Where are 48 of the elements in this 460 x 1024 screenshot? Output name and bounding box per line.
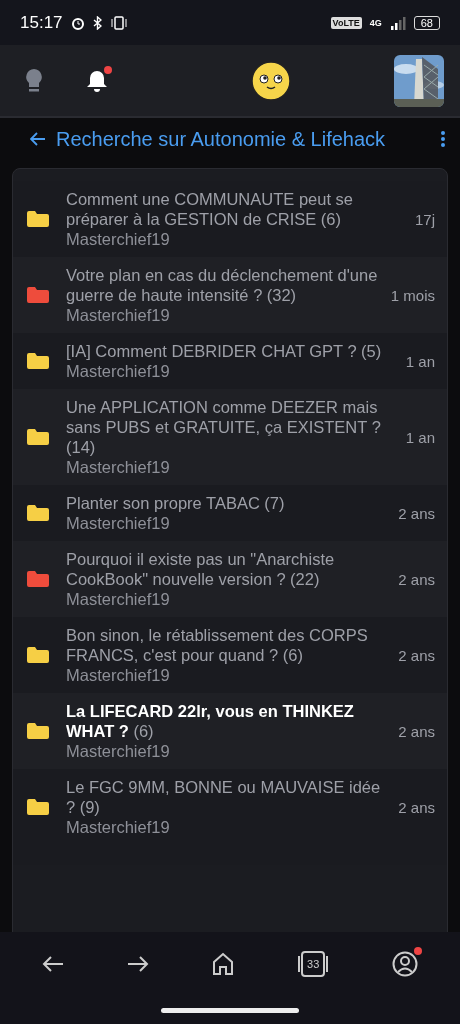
notification-bell-icon[interactable] xyxy=(86,67,110,94)
topic-row[interactable]: Votre plan en cas du déclenchement d'une guerre de haute intensité ? (32) Masterchief19 1 mois xyxy=(13,257,447,333)
topic-age: 2 ans xyxy=(398,798,435,816)
home-icon[interactable] xyxy=(211,952,234,976)
topic-author: Masterchief19 xyxy=(66,362,171,381)
status-time: 15:17 xyxy=(20,12,63,33)
topic-age: 2 ans xyxy=(398,646,435,664)
forum-title: Recherche sur Autonomie & Lifehack xyxy=(56,127,387,151)
network-type: 4G xyxy=(369,17,382,28)
topic-row[interactable]: Pourquoi il existe pas un "Anarchiste CookBook" nouvelle version ? (22) Masterchief19 2 ans xyxy=(13,541,447,617)
lightbulb-icon[interactable] xyxy=(24,67,44,94)
topic-title: Planter son propre TABAC (7) xyxy=(66,493,286,513)
topic-age: 17j xyxy=(414,210,435,228)
topic-age: 2 ans xyxy=(398,570,435,588)
topic-author: Masterchief19 xyxy=(66,590,171,609)
topic-author: Masterchief19 xyxy=(66,818,171,837)
topic-title: La LIFECARD 22lr, vous en THINKEZ WHAT ? (6) xyxy=(66,701,355,741)
topic-row[interactable]: Une APPLICATION comme DEEZER mais sans PUBS et GRATUITE, ça EXISTENT ? (14) Masterchief19 1 an xyxy=(13,389,447,485)
topic-age: 1 an xyxy=(405,428,435,446)
topic-author: Masterchief19 xyxy=(66,306,171,325)
bluetooth-icon xyxy=(92,15,102,30)
topic-age: 1 an xyxy=(405,352,435,370)
topic-title: Pourquoi il existe pas un "Anarchiste CookBook" nouvelle version ? (22) xyxy=(66,549,336,589)
forward-arrow-icon[interactable] xyxy=(126,955,149,973)
topic-author: Masterchief19 xyxy=(66,230,171,249)
smiley-logo-icon[interactable] xyxy=(251,60,291,101)
signal-icon xyxy=(389,15,406,30)
topic-author: Masterchief19 xyxy=(66,458,171,477)
topic-title: Bon sinon, le rétablissement des CORPS FRANCS, c'est pour quand ? (6) xyxy=(66,625,369,665)
battery-level: 68 xyxy=(413,15,440,30)
volte-indicator: VoLTE xyxy=(330,16,362,29)
topic-title: Votre plan en cas du déclenchement d'une guerre de haute intensité ? (32) xyxy=(66,265,379,305)
vibrate-icon xyxy=(109,15,128,30)
back-arrow-icon[interactable] xyxy=(30,132,46,146)
back-arrow-icon[interactable] xyxy=(41,955,64,973)
topic-author: Masterchief19 xyxy=(66,666,171,685)
topic-row[interactable]: La LIFECARD 22lr, vous en THINKEZ WHAT ? (6) Masterchief19 2 ans xyxy=(13,693,447,769)
topic-age: 2 ans xyxy=(398,722,435,740)
topic-author: Masterchief19 xyxy=(66,514,171,533)
topic-title: Une APPLICATION comme DEEZER mais sans PUBS et GRATUITE, ça EXISTENT ? (14) xyxy=(66,397,382,457)
alarm-icon xyxy=(70,15,85,30)
topic-title: Le FGC 9MM, BONNE ou MAUVAISE idée ? (9) xyxy=(66,777,382,817)
topic-author: Masterchief19 xyxy=(66,742,171,761)
topic-title: [IA] Comment DEBRIDER CHAT GPT ? (5) xyxy=(66,341,383,361)
topic-title: Comment une COMMUNAUTE peut se préparer à la GESTION de CRISE (6) xyxy=(66,189,354,229)
more-options-icon[interactable] xyxy=(440,130,446,148)
topic-age: 1 mois xyxy=(390,286,435,304)
topic-age: 2 ans xyxy=(398,504,435,522)
